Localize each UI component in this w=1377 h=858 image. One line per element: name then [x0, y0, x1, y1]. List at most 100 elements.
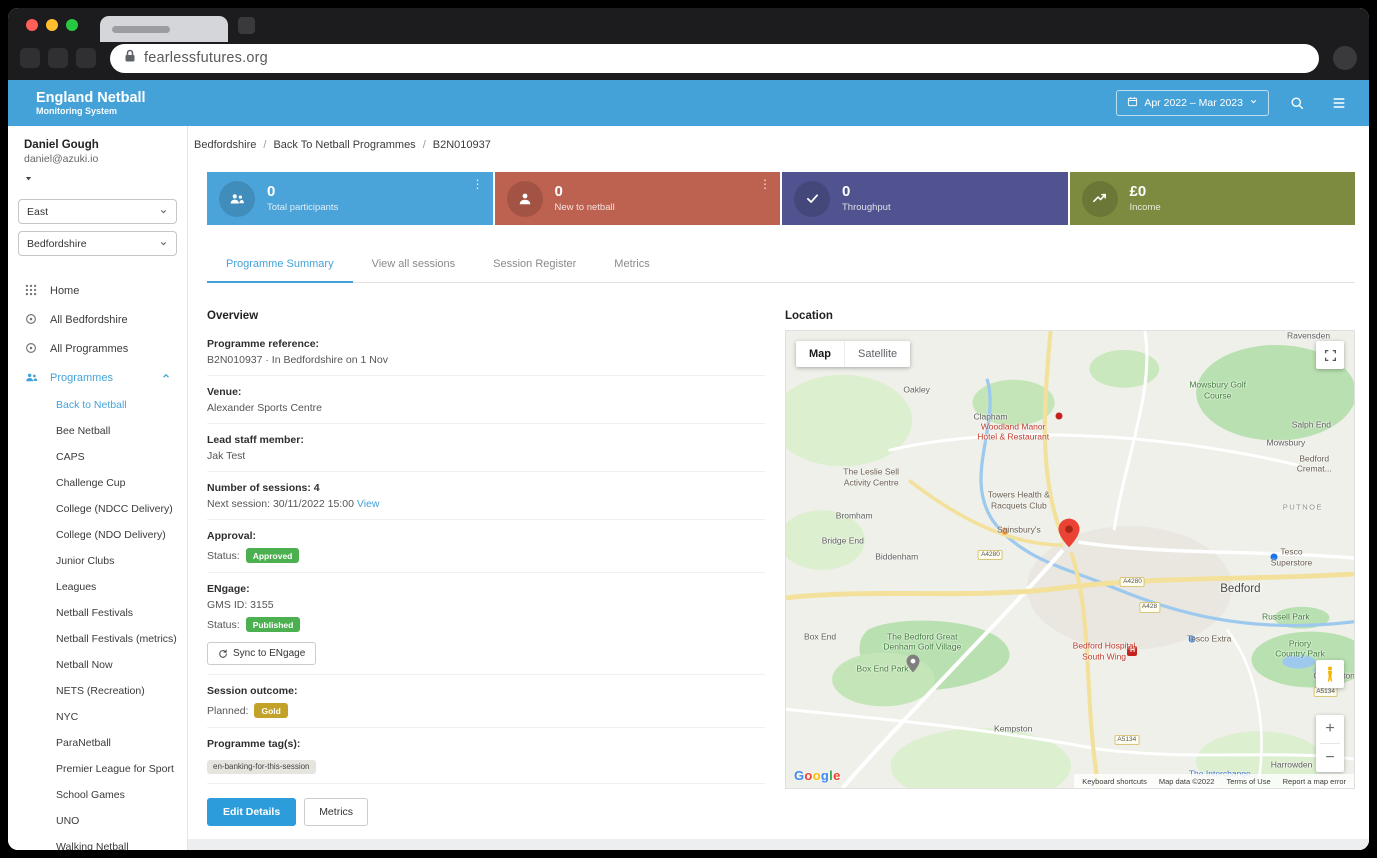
list-view-button[interactable]: [1325, 89, 1353, 117]
app-title: England Netball: [36, 90, 146, 107]
sidebar-item-home[interactable]: Home: [8, 276, 187, 305]
field-label: Venue:: [207, 386, 765, 398]
map-label: Mowsbury Golf Course: [1176, 380, 1260, 401]
tab-bar: Programme Summary View all sessions Sess…: [207, 248, 1355, 283]
breadcrumb-separator: /: [423, 139, 426, 151]
field-label: Programme reference:: [207, 338, 765, 350]
map-label: Tesco Extra: [1187, 634, 1231, 645]
map-label: Biddenham: [875, 552, 918, 563]
field-value: Jak Test: [207, 450, 765, 462]
sync-to-engage-button[interactable]: Sync to ENgage: [207, 642, 316, 665]
zoom-in-button[interactable]: +: [1316, 715, 1344, 743]
map-label: Bedford: [1220, 582, 1260, 596]
field-label: Number of sessions: 4: [207, 482, 765, 494]
chevron-up-icon: [161, 371, 171, 384]
sidebar-programme-item[interactable]: Netball Festivals (metrics): [8, 626, 187, 652]
sidebar-programme-item[interactable]: Premier League for Sport: [8, 756, 187, 782]
close-button[interactable]: [26, 19, 38, 31]
sidebar-programme-item[interactable]: College (NDO Delivery): [8, 522, 187, 548]
sidebar-programme-item[interactable]: ParaNetball: [8, 730, 187, 756]
search-button[interactable]: [1283, 89, 1311, 117]
area-select-value: Bedfordshire: [27, 238, 87, 250]
sidebar-programme-item[interactable]: Netball Festivals: [8, 600, 187, 626]
breadcrumb: Bedfordshire/Back To Netball Programmes/…: [194, 139, 1355, 151]
brand: England Netball Monitoring System: [36, 90, 146, 117]
browser-tab[interactable]: [100, 16, 228, 42]
satellite-button[interactable]: Satellite: [844, 341, 910, 367]
map-label: A5134: [1313, 687, 1338, 697]
sidebar-programme-item[interactable]: Walking Netball: [8, 834, 187, 850]
kebab-menu-icon[interactable]: ⋮: [472, 177, 484, 191]
profile-avatar[interactable]: [1333, 46, 1357, 70]
sidebar-item-all-programmes[interactable]: All Programmes: [8, 334, 187, 363]
location-section: Location: [785, 310, 1355, 826]
fullscreen-button[interactable]: [1316, 341, 1344, 369]
map-button[interactable]: Map: [796, 341, 844, 367]
target-icon: [24, 341, 39, 356]
back-button[interactable]: [20, 48, 40, 68]
chevron-down-icon[interactable]: [24, 170, 171, 188]
sidebar-programme-item[interactable]: Back to Netball: [8, 392, 187, 418]
view-session-link[interactable]: View: [357, 498, 380, 510]
edit-details-button[interactable]: Edit Details: [207, 798, 296, 826]
programme-list: Back to NetballBee NetballCAPSChallenge …: [8, 392, 187, 850]
stat-label: Total participants: [267, 202, 338, 213]
tab-session-register[interactable]: Session Register: [474, 248, 595, 283]
reload-button[interactable]: [76, 48, 96, 68]
gms-id: GMS ID: 3155: [207, 599, 765, 611]
sidebar-programme-item[interactable]: NETS (Recreation): [8, 678, 187, 704]
region-select[interactable]: East: [18, 199, 177, 224]
map-label: A4280: [978, 550, 1003, 560]
sidebar-programme-item[interactable]: Netball Now: [8, 652, 187, 678]
person-icon: [507, 181, 543, 217]
window-controls: [26, 19, 78, 31]
minimize-button[interactable]: [46, 19, 58, 31]
map-label: Harrowden: [1271, 760, 1313, 771]
kebab-menu-icon[interactable]: ⋮: [759, 177, 771, 191]
maximize-button[interactable]: [66, 19, 78, 31]
map-label: Bedford Hospital South Wing: [1062, 640, 1146, 661]
sidebar-programme-item[interactable]: NYC: [8, 704, 187, 730]
search-icon: [1290, 96, 1305, 111]
stat-label: New to netball: [555, 202, 615, 213]
browser-chrome: fearlessfutures.org: [8, 8, 1369, 80]
sidebar-programme-item[interactable]: Bee Netball: [8, 418, 187, 444]
sidebar-programme-item[interactable]: School Games: [8, 782, 187, 808]
sidebar-programme-item[interactable]: UNO: [8, 808, 187, 834]
zoom-out-button[interactable]: −: [1316, 744, 1344, 772]
tab-strip: [8, 8, 1369, 42]
location-title: Location: [785, 310, 1355, 322]
user-block[interactable]: Daniel Gough daniel@azuki.io: [8, 126, 187, 192]
sidebar-programme-item[interactable]: CAPS: [8, 444, 187, 470]
sidebar-programme-item[interactable]: College (NDCC Delivery): [8, 496, 187, 522]
forward-button[interactable]: [48, 48, 68, 68]
breadcrumb-item[interactable]: B2N010937: [433, 139, 491, 151]
tab-programme-summary[interactable]: Programme Summary: [207, 248, 353, 283]
terms-link[interactable]: Terms of Use: [1226, 777, 1270, 786]
people-icon: [219, 181, 255, 217]
field-value: Next session: 30/11/2022 15:00View: [207, 498, 765, 510]
map-label: Russell Park: [1262, 611, 1310, 622]
breadcrumb-item[interactable]: Back To Netball Programmes: [273, 139, 415, 151]
map-label: A5134: [1114, 735, 1139, 745]
sidebar-item-all-bedfordshire[interactable]: All Bedfordshire: [8, 305, 187, 334]
main-content: Bedfordshire/Back To Netball Programmes/…: [188, 126, 1369, 850]
pegman-control[interactable]: [1316, 660, 1344, 688]
sidebar-programme-item[interactable]: Challenge Cup: [8, 470, 187, 496]
area-select[interactable]: Bedfordshire: [18, 231, 177, 256]
new-tab-button[interactable]: [238, 17, 255, 34]
breadcrumb-item[interactable]: Bedfordshire: [194, 139, 256, 151]
sidebar-programme-item[interactable]: Junior Clubs: [8, 548, 187, 574]
keyboard-shortcuts-link[interactable]: Keyboard shortcuts: [1082, 777, 1147, 786]
google-map[interactable]: H RavensdenOakleyClaphamMowsbury Golf Co…: [785, 330, 1355, 789]
tab-view-all-sessions[interactable]: View all sessions: [353, 248, 475, 283]
metrics-button[interactable]: Metrics: [304, 798, 368, 826]
stat-value: 0: [555, 184, 615, 201]
sidebar-programme-item[interactable]: Leagues: [8, 574, 187, 600]
sidebar-item-programmes[interactable]: Programmes: [8, 363, 187, 392]
tab-metrics[interactable]: Metrics: [595, 248, 668, 283]
address-bar[interactable]: fearlessfutures.org: [110, 44, 1319, 73]
date-range-button[interactable]: Apr 2022 – Mar 2023: [1116, 90, 1269, 116]
report-error-link[interactable]: Report a map error: [1283, 777, 1346, 786]
stat-label: Throughput: [842, 202, 891, 213]
